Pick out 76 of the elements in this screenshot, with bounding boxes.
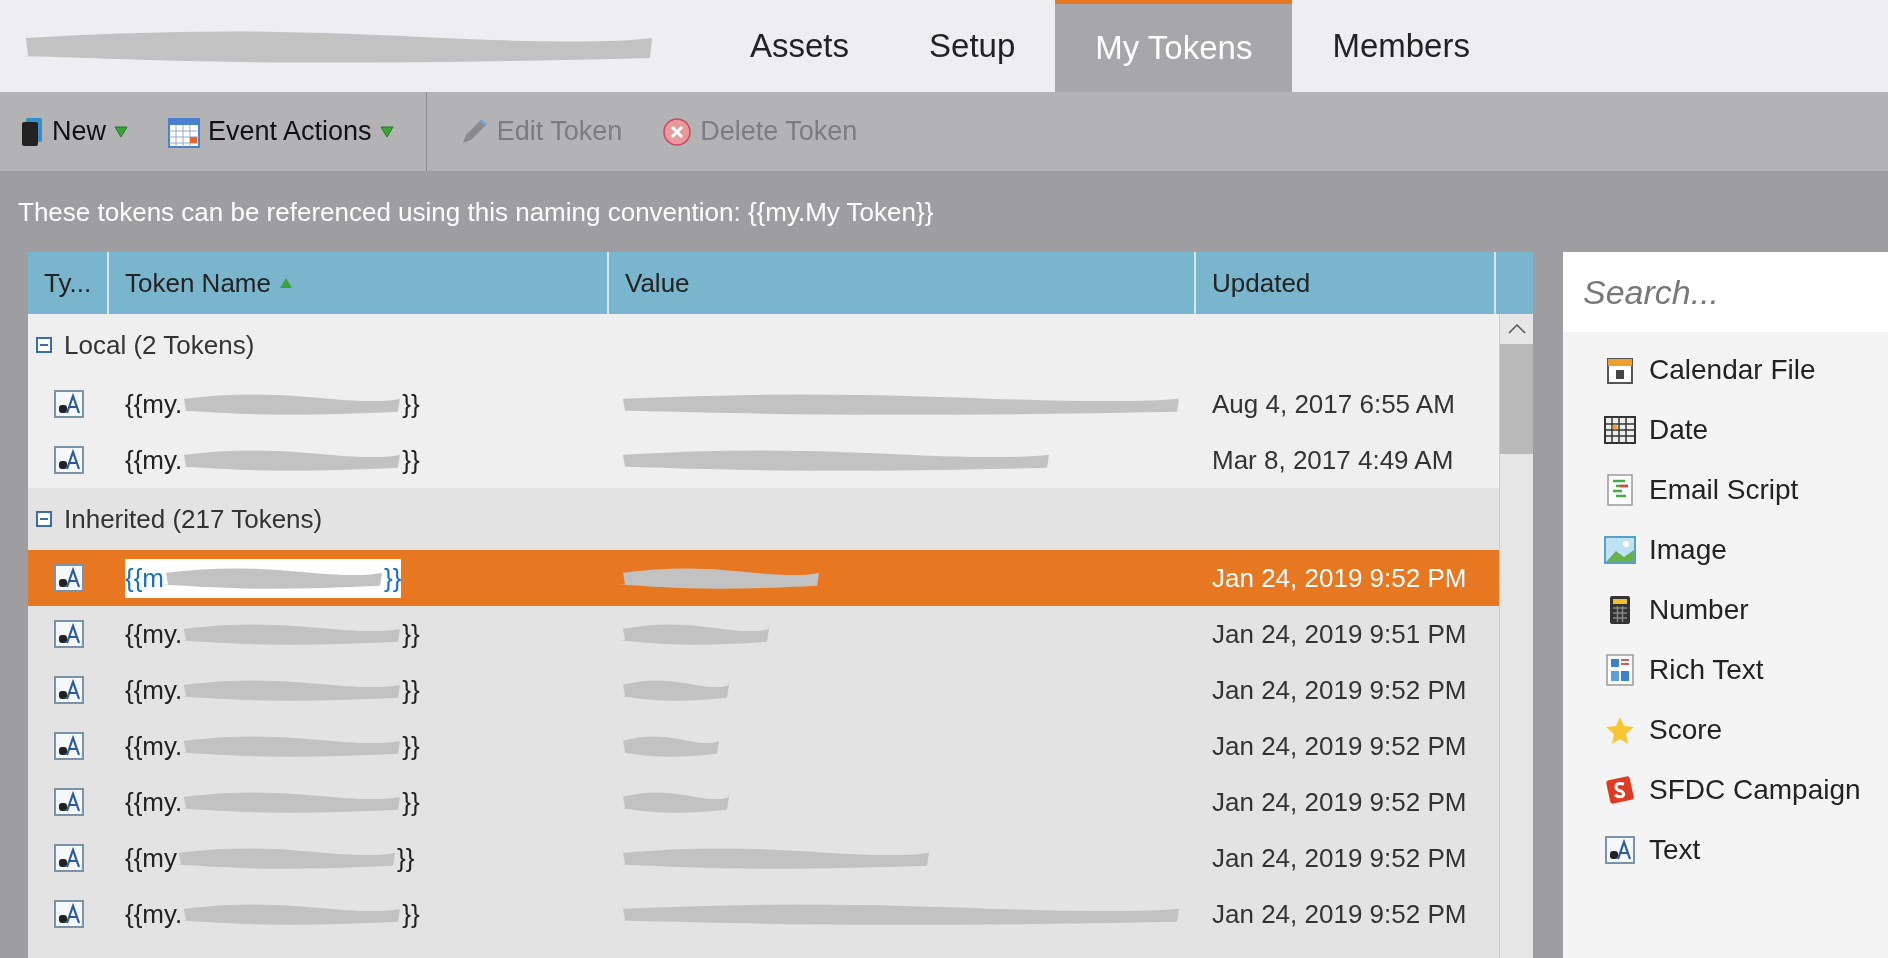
toolbar-button[interactable]: Event Actions — [148, 92, 414, 171]
collapse-icon[interactable] — [36, 337, 52, 353]
search-field[interactable]: Search... — [1563, 252, 1888, 332]
updated-date: Jan 24, 2019 9:52 PM — [1212, 842, 1467, 873]
delete-icon — [662, 116, 693, 147]
book-icon — [20, 116, 44, 147]
scroll-thumb[interactable] — [1500, 344, 1533, 454]
token-type-item[interactable]: Rich Text — [1603, 640, 1888, 700]
updated-date: Aug 4, 2017 6:55 AM — [1212, 388, 1455, 419]
token-type-item[interactable]: Image — [1603, 520, 1888, 580]
token-type-item[interactable]: Calendar File — [1603, 340, 1888, 400]
token-type-item[interactable]: SFDC Campaign — [1603, 760, 1888, 820]
text-token-icon — [53, 620, 84, 648]
updated-date: Jan 24, 2019 9:52 PM — [1212, 730, 1467, 761]
calendar-icon — [168, 115, 200, 148]
token-type-item[interactable]: Number — [1603, 580, 1888, 640]
text-token-icon — [53, 390, 84, 418]
updated-date: Jan 24, 2019 9:52 PM — [1212, 786, 1467, 817]
star-icon — [1605, 715, 1635, 745]
info-text: These tokens can be referenced using this naming convention: {{my.My Token}} — [18, 195, 934, 229]
token-name-end: }} — [402, 617, 420, 651]
token-name-end: }} — [402, 729, 420, 763]
updated-date: Jan 24, 2019 9:52 PM — [1212, 674, 1467, 705]
text-token-icon — [53, 564, 84, 592]
token-name-start: {{my. — [125, 897, 183, 931]
token-name-end: }} — [402, 673, 420, 707]
calendar-icon — [1606, 355, 1634, 385]
token-name-start: {{my. — [125, 785, 183, 819]
token-row[interactable]: {{m }} Jan 24, 2019 9:52 PM — [28, 550, 1499, 606]
token-name-start: {{m — [125, 561, 165, 595]
script-icon — [1606, 474, 1634, 506]
token-name-start: {{my. — [125, 387, 183, 421]
updated-date: Jan 24, 2019 9:52 PM — [1212, 898, 1467, 929]
token-type-item[interactable]: Score — [1603, 700, 1888, 760]
token-name-end: }} — [397, 841, 415, 875]
scroll-up-icon[interactable] — [1507, 324, 1526, 334]
updated-date: Jan 24, 2019 9:51 PM — [1212, 618, 1467, 649]
text-token-icon — [53, 732, 84, 760]
toolbar-button[interactable]: New — [0, 92, 148, 171]
token-name-start: {{my — [125, 841, 178, 875]
collapse-icon[interactable] — [36, 511, 52, 527]
token-type-item[interactable]: Date — [1603, 400, 1888, 460]
text-token-icon — [53, 900, 84, 928]
token-name-start: {{my. — [125, 729, 183, 763]
group-label: Local (2 Tokens) — [64, 328, 255, 362]
token-type-item[interactable]: Email Script — [1603, 460, 1888, 520]
token-name-end: }} — [402, 785, 420, 819]
sort-icon — [278, 277, 293, 289]
dropdown-icon — [379, 125, 394, 138]
nav-tab[interactable]: Assets — [710, 0, 890, 92]
token-name-start: {{my. — [125, 443, 183, 477]
token-name-end: }} — [402, 387, 420, 421]
rich-text-icon — [1606, 654, 1634, 686]
text-token-icon — [53, 446, 84, 474]
token-name-end: }} — [402, 897, 420, 931]
token-name-end: }} — [384, 561, 402, 595]
nav-tab[interactable]: Members — [1292, 0, 1510, 92]
scrollbar[interactable] — [1499, 314, 1533, 958]
dropdown-icon — [114, 125, 128, 138]
text-token-icon — [53, 844, 84, 872]
text-token-icon — [53, 676, 84, 704]
nav-tab[interactable]: Setup — [889, 0, 1056, 92]
token-row[interactable]: {{my. }} Aug 4, 2017 6:55 AM — [28, 376, 1499, 432]
token-name-end: }} — [402, 443, 420, 477]
token-name-start: {{my. — [125, 617, 183, 651]
token-name-start: {{my. — [125, 673, 183, 707]
token-type-item[interactable]: Text — [1603, 820, 1888, 880]
calendar-grid-icon — [1604, 416, 1636, 444]
updated-date: Jan 24, 2019 9:52 PM — [1212, 562, 1467, 593]
group-label: Inherited (217 Tokens) — [64, 502, 323, 536]
token-row[interactable]: {{my. }} Mar 8, 2017 4:49 AM — [28, 432, 1499, 488]
text-token-icon — [53, 788, 84, 816]
calculator-icon — [1609, 595, 1631, 625]
text-token-icon — [1605, 836, 1635, 864]
updated-date: Mar 8, 2017 4:49 AM — [1212, 444, 1454, 475]
image-icon — [1604, 536, 1636, 564]
